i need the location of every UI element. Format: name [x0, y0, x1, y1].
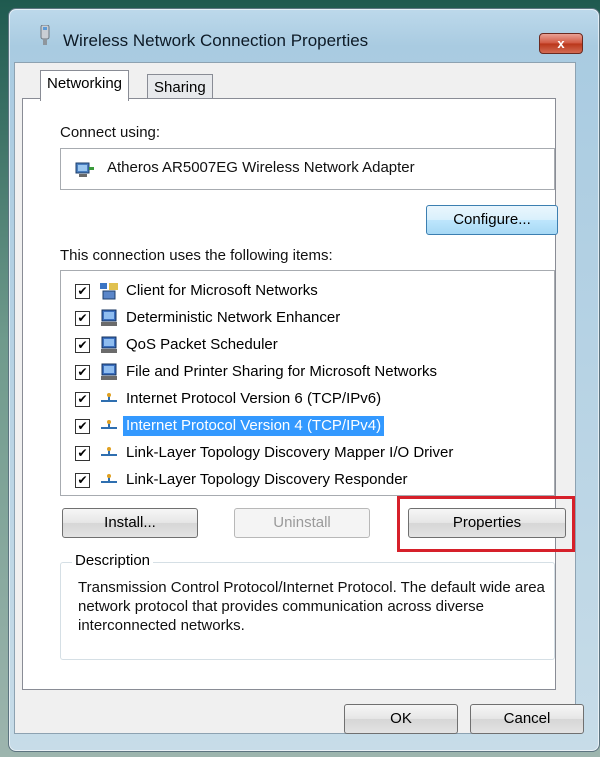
title-bar[interactable]: Wireless Network Connection Properties x [9, 9, 599, 59]
item-label: Deterministic Network Enhancer [126, 309, 341, 326]
ok-button[interactable]: OK [344, 704, 458, 734]
item-label: Link-Layer Topology Discovery Responder [126, 471, 408, 488]
item-label-selected: Internet Protocol Version 4 (TCP/IPv4) [123, 416, 385, 436]
list-item[interactable]: ✔ Client for Microsoft Networks [61, 279, 551, 305]
description-text: Transmission Control Protocol/Internet P… [78, 579, 545, 634]
list-item[interactable]: ✔ QoS Packet Scheduler [61, 333, 551, 359]
connection-items-list[interactable]: ✔ Client for Microsoft Networks ✔ Determ… [60, 270, 555, 496]
item-checkbox[interactable]: ✔ [75, 365, 90, 380]
network-adapter-icon [75, 162, 94, 177]
network-service-icon [101, 363, 117, 380]
network-client-icon [100, 283, 118, 300]
item-label: Client for Microsoft Networks [126, 282, 318, 299]
configure-button[interactable]: Configure... [426, 205, 558, 235]
window-title: Wireless Network Connection Properties [63, 31, 369, 50]
item-label: QoS Packet Scheduler [126, 336, 278, 353]
cancel-button[interactable]: Cancel [470, 704, 584, 734]
protocol-icon [101, 474, 117, 483]
adapter-field: Atheros AR5007EG Wireless Network Adapte… [60, 148, 555, 190]
item-checkbox[interactable]: ✔ [75, 473, 90, 488]
item-checkbox[interactable]: ✔ [75, 311, 90, 326]
connect-using-label: Connect using: [60, 124, 161, 141]
protocol-icon [101, 420, 117, 429]
properties-highlight-box [397, 496, 575, 552]
tab-sharing[interactable]: Sharing [147, 74, 213, 101]
uninstall-button[interactable]: Uninstall [234, 508, 370, 538]
item-checkbox[interactable]: ✔ [75, 338, 90, 353]
description-legend: Description [72, 552, 154, 569]
item-label: Link-Layer Topology Discovery Mapper I/O… [126, 444, 454, 461]
list-item[interactable]: ✔ Deterministic Network Enhancer [61, 306, 551, 332]
list-item[interactable]: ✔ File and Printer Sharing for Microsoft… [61, 360, 551, 386]
network-service-icon [101, 336, 117, 353]
install-button[interactable]: Install... [62, 508, 198, 538]
network-adapter-icon [40, 25, 50, 45]
network-service-icon [101, 309, 117, 326]
list-item[interactable]: ✔ Internet Protocol Version 6 (TCP/IPv6) [61, 387, 551, 413]
list-item[interactable]: ✔ Link-Layer Topology Discovery Mapper I… [61, 441, 551, 467]
adapter-name: Atheros AR5007EG Wireless Network Adapte… [107, 159, 415, 176]
list-item[interactable]: ✔ Internet Protocol Version 4 (TCP/IPv4) [61, 414, 551, 440]
item-checkbox[interactable]: ✔ [75, 419, 90, 434]
item-checkbox[interactable]: ✔ [75, 392, 90, 407]
tab-networking[interactable]: Networking [40, 70, 130, 101]
close-button[interactable]: x [539, 33, 583, 54]
items-label: This connection uses the following items… [60, 247, 333, 264]
item-checkbox[interactable]: ✔ [75, 284, 90, 299]
protocol-icon [101, 447, 117, 456]
item-checkbox[interactable]: ✔ [75, 446, 90, 461]
item-label: Internet Protocol Version 6 (TCP/IPv6) [126, 390, 382, 407]
item-label: File and Printer Sharing for Microsoft N… [126, 363, 437, 380]
list-item[interactable]: ✔ Link-Layer Topology Discovery Responde… [61, 468, 551, 494]
protocol-icon [101, 393, 117, 402]
